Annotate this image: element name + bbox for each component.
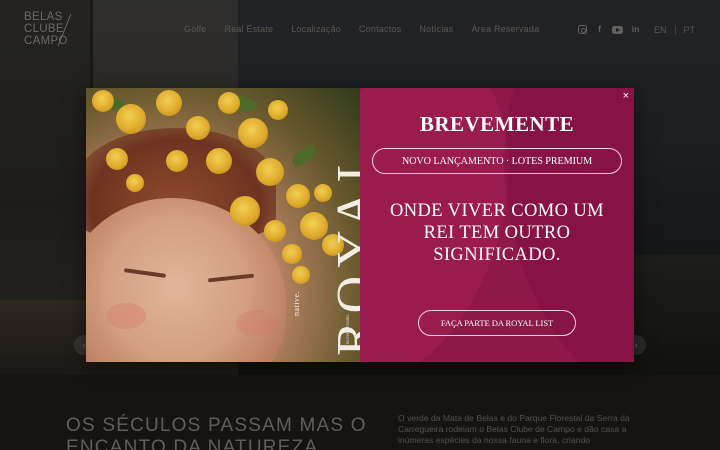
- flower: [292, 266, 310, 284]
- flower: [106, 148, 128, 170]
- flower: [238, 118, 268, 148]
- promo-panel: × BREVEMENTE NOVO LANÇAMENTO · LOTES PRE…: [360, 88, 634, 362]
- modal-headline: ONDE VIVER COMO UM REI TEM OUTRO SIGNIFI…: [390, 201, 604, 265]
- flower: [126, 174, 144, 192]
- brand-royal-label: ROYAL: [327, 142, 360, 356]
- modal-heading: BREVEMENTE: [419, 112, 575, 136]
- flower: [282, 244, 302, 264]
- promo-modal: native. ROYAL by Karen Dreams × BREVEMEN…: [86, 88, 634, 362]
- child-cheek-right: [236, 310, 276, 336]
- flower: [264, 220, 286, 242]
- flower: [300, 212, 328, 240]
- flower: [186, 116, 210, 140]
- flower: [206, 148, 232, 174]
- flower: [218, 92, 240, 114]
- close-icon[interactable]: ×: [623, 91, 629, 102]
- brand-native-label: native.: [292, 290, 301, 316]
- flower: [166, 150, 188, 172]
- promo-image: native. ROYAL by Karen Dreams: [86, 88, 360, 362]
- child-cheek-left: [106, 303, 146, 329]
- flower: [156, 90, 182, 116]
- signature-text: by Karen Dreams: [346, 314, 351, 350]
- launch-badge: NOVO LANÇAMENTO · LOTES PREMIUM: [372, 148, 622, 174]
- flower: [116, 104, 146, 134]
- flower: [230, 196, 260, 226]
- flower: [268, 100, 288, 120]
- leaf: [289, 144, 319, 168]
- royal-list-button[interactable]: FAÇA PARTE DA ROYAL LIST: [418, 310, 576, 336]
- flower: [286, 184, 310, 208]
- flower: [256, 158, 284, 186]
- flower: [92, 90, 114, 112]
